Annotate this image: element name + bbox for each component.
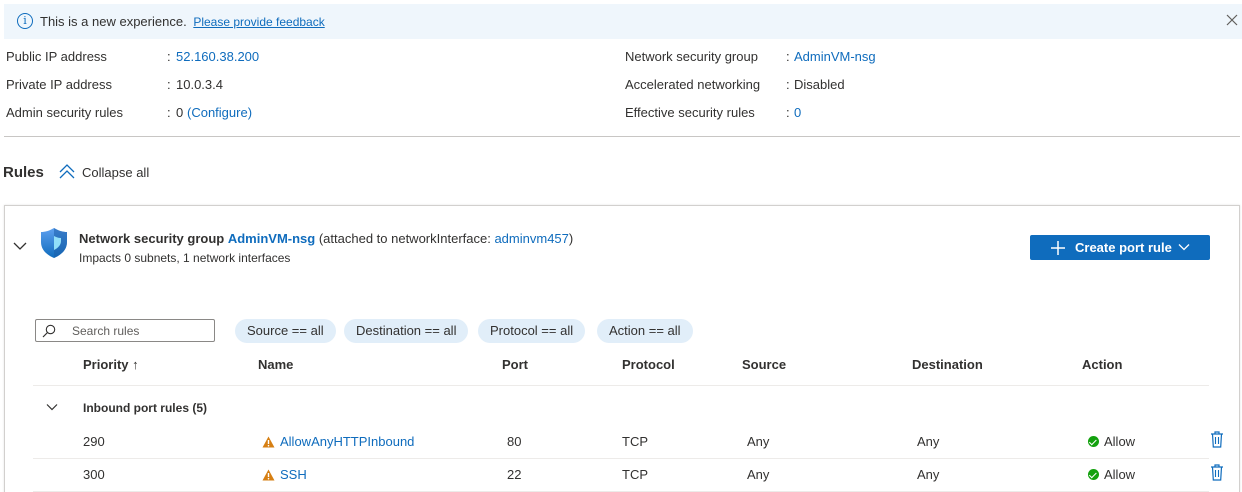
configure-link[interactable]: (Configure) xyxy=(187,105,252,120)
nsg-card-title: Network security group AdminVM-nsg (atta… xyxy=(79,231,573,246)
row-action: Allow xyxy=(1088,434,1135,449)
row-source: Any xyxy=(747,467,770,482)
check-circle-icon xyxy=(1088,469,1099,480)
nsg-attached-text: (attached to networkInterface: xyxy=(318,231,491,246)
row-name: SSH xyxy=(262,467,307,482)
divider xyxy=(4,136,1240,137)
row-name: AllowAnyHTTPInbound xyxy=(262,434,414,449)
effective-rules-link[interactable]: 0 xyxy=(794,105,801,120)
row-port: 80 xyxy=(507,434,522,449)
column-header-priority[interactable]: Priority ↑ xyxy=(83,357,139,372)
prop-separator: : xyxy=(167,49,171,64)
prop-separator: : xyxy=(167,77,171,92)
filter-pill-protocol[interactable]: Protocol == all xyxy=(478,319,586,343)
prop-public-ip: Public IP address : 52.160.38.200 xyxy=(6,49,406,65)
row-destination: Any xyxy=(917,434,940,449)
private-ip-value: 10.0.3.4 xyxy=(176,77,223,92)
admin-rules-value: 0 xyxy=(176,105,184,120)
search-icon xyxy=(42,324,56,338)
row-destination: Any xyxy=(917,467,940,482)
shield-icon xyxy=(41,228,67,258)
chevron-down-icon[interactable] xyxy=(13,241,27,251)
action-label: Allow xyxy=(1104,467,1136,482)
nsg-link[interactable]: AdminVM-nsg xyxy=(794,49,876,64)
prop-label: Network security group xyxy=(625,49,758,64)
row-priority: 290 xyxy=(83,434,105,449)
header-divider xyxy=(33,385,1209,386)
rule-name-link[interactable]: AllowAnyHTTPInbound xyxy=(280,434,414,449)
row-protocol: TCP xyxy=(622,467,648,482)
row-priority: 300 xyxy=(83,467,105,482)
plus-icon xyxy=(1051,241,1065,255)
prop-label: Private IP address xyxy=(6,77,112,92)
column-header-name[interactable]: Name xyxy=(258,357,293,372)
search-input[interactable] xyxy=(72,323,210,339)
row-protocol: TCP xyxy=(622,434,648,449)
chevron-down-icon xyxy=(1178,244,1190,251)
collapse-all-button[interactable]: Collapse all xyxy=(58,163,149,181)
column-header-source[interactable]: Source xyxy=(742,357,786,372)
prop-label: Public IP address xyxy=(6,49,107,64)
create-port-rule-button[interactable]: Create port rule xyxy=(1030,235,1210,260)
nsg-card: Network security group AdminVM-nsg (atta… xyxy=(4,205,1240,492)
banner-message: This is a new experience. Please provide… xyxy=(40,14,325,29)
prop-label: Effective security rules xyxy=(625,105,755,120)
row-source: Any xyxy=(747,434,770,449)
warning-icon xyxy=(262,436,275,447)
nsg-name-link[interactable]: AdminVM-nsg xyxy=(228,231,315,246)
column-header-action[interactable]: Action xyxy=(1082,357,1122,372)
nsg-impact-text: Impacts 0 subnets, 1 network interfaces xyxy=(79,251,291,265)
column-header-destination[interactable]: Destination xyxy=(912,357,983,372)
column-header-port[interactable]: Port xyxy=(502,357,528,372)
close-icon[interactable] xyxy=(1224,12,1240,28)
prop-separator: : xyxy=(167,105,171,120)
row-port: 22 xyxy=(507,467,522,482)
nsg-attached-close: ) xyxy=(568,231,574,246)
prop-separator: : xyxy=(786,105,790,120)
row-action: Allow xyxy=(1088,467,1135,482)
prop-separator: : xyxy=(786,49,790,64)
feedback-link[interactable]: Please provide feedback xyxy=(193,15,324,29)
network-interface-link[interactable]: adminvm457 xyxy=(494,231,568,246)
search-rules-box[interactable] xyxy=(35,319,215,342)
check-circle-icon xyxy=(1088,436,1099,447)
chevron-down-icon[interactable] xyxy=(46,403,58,411)
column-header-protocol[interactable]: Protocol xyxy=(622,357,675,372)
delete-icon[interactable] xyxy=(1210,464,1224,481)
inbound-group-label: Inbound port rules (5) xyxy=(83,401,207,415)
filter-pill-destination[interactable]: Destination == all xyxy=(344,319,469,343)
banner-text: This is a new experience. xyxy=(40,14,187,29)
nsg-prefix: Network security group xyxy=(79,231,225,246)
double-chevron-up-icon xyxy=(59,164,75,179)
prop-admin-rules: Admin security rules : 0 (Configure) xyxy=(6,105,406,121)
prop-effective-rules: Effective security rules : 0 xyxy=(625,105,1025,121)
filter-pill-action[interactable]: Action == all xyxy=(597,319,693,343)
prop-label: Admin security rules xyxy=(6,105,124,120)
collapse-all-label: Collapse all xyxy=(82,164,150,180)
filter-pill-source[interactable]: Source == all xyxy=(235,319,336,343)
create-port-rule-label: Create port rule xyxy=(1075,240,1172,255)
table-row[interactable]: 290 AllowAnyHTTPInbound 80 TCP Any Any A… xyxy=(5,425,1241,458)
warning-icon xyxy=(262,469,275,480)
rule-name-link[interactable]: SSH xyxy=(280,467,307,482)
info-icon: i xyxy=(17,13,33,29)
accel-value: Disabled xyxy=(794,77,845,92)
action-label: Allow xyxy=(1104,434,1136,449)
prop-separator: : xyxy=(786,77,790,92)
table-row[interactable]: 300 SSH 22 TCP Any Any Allow xyxy=(5,458,1241,491)
prop-private-ip: Private IP address : 10.0.3.4 xyxy=(6,77,406,93)
info-banner: i This is a new experience. Please provi… xyxy=(4,4,1242,39)
public-ip-link[interactable]: 52.160.38.200 xyxy=(176,49,259,64)
rules-title: Rules xyxy=(3,164,44,181)
prop-label: Accelerated networking xyxy=(625,77,761,92)
prop-nsg: Network security group : AdminVM-nsg xyxy=(625,49,1025,65)
prop-accelerated-networking: Accelerated networking : Disabled xyxy=(625,77,1025,93)
delete-icon[interactable] xyxy=(1210,431,1224,448)
